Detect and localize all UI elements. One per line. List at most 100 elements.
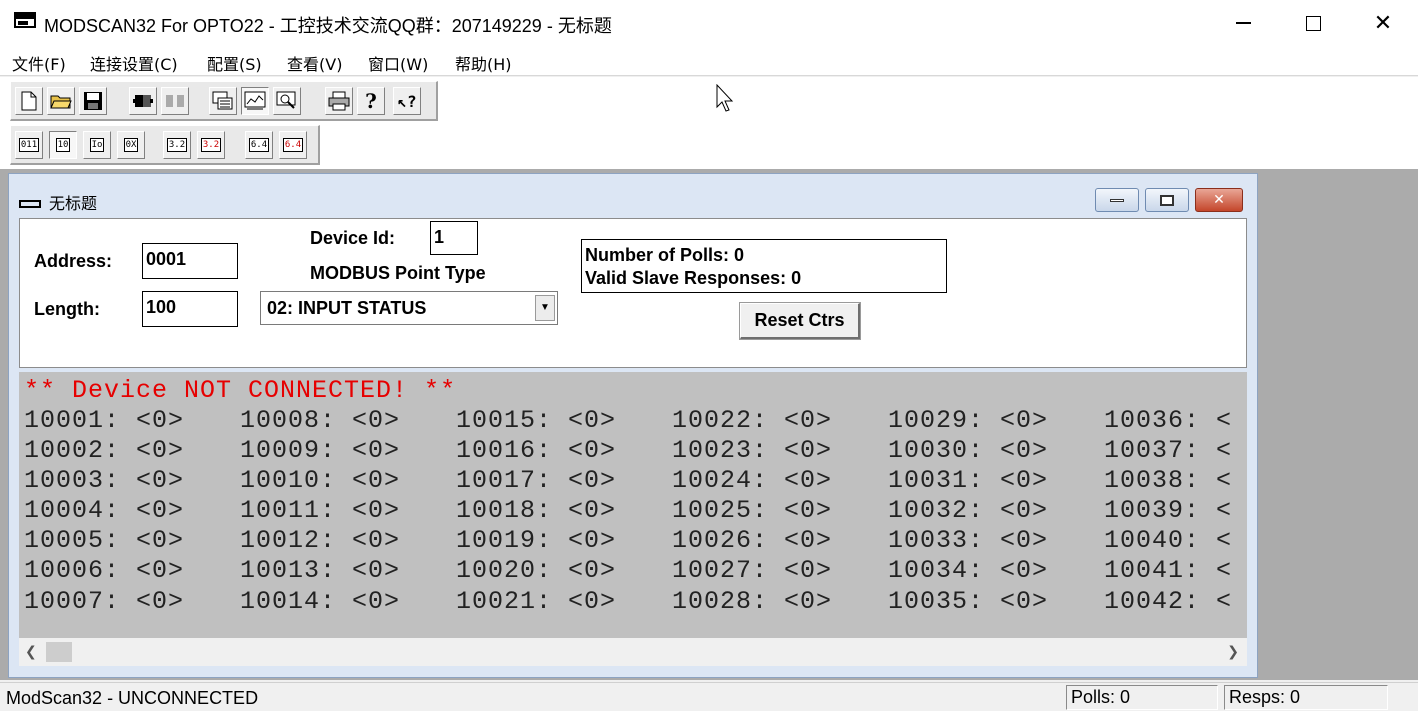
data-column: 10029: <0> 10030: <0> 10031: <0> 10032: … [888,406,1048,617]
data-cell[interactable]: 10037: < [1104,436,1232,466]
data-cell[interactable]: 10011: <0> [240,496,400,526]
data-cell[interactable]: 10027: <0> [672,556,832,586]
scroll-right-icon[interactable]: ❯ [1227,644,1239,660]
disconnect-button[interactable] [161,87,189,115]
data-cell[interactable]: 10035: <0> [888,587,1048,617]
document-window[interactable]: 无标题 ✕ Address: 0001 Length: 100 Device I… [8,173,1258,678]
data-cell[interactable]: 10028: <0> [672,587,832,617]
menu-view[interactable]: 查看(V) [287,51,342,75]
chevron-down-icon[interactable]: ▼ [535,295,555,321]
data-cell[interactable]: 10014: <0> [240,587,400,617]
data-cell[interactable]: 10001: <0> [24,406,184,436]
status-bar: ModScan32 - UNCONNECTED Polls: 0 Resps: … [0,682,1418,711]
data-cell[interactable]: 10022: <0> [672,406,832,436]
data-cell[interactable]: 10006: <0> [24,556,184,586]
double-swapped-format-button[interactable]: 6.4 [279,131,307,159]
help-button[interactable]: ? [357,87,385,115]
child-close-button[interactable]: ✕ [1195,188,1243,212]
length-input[interactable]: 100 [142,291,238,327]
device-id-label: Device Id: [310,228,396,248]
close-button[interactable]: ✕ [1348,0,1418,46]
data-cell[interactable]: 10036: < [1104,406,1232,436]
data-cell[interactable]: 10024: <0> [672,466,832,496]
menu-connection[interactable]: 连接设置(C) [90,51,178,75]
data-cell[interactable]: 10017: <0> [456,466,616,496]
menu-file[interactable]: 文件(F) [12,51,66,75]
data-cell[interactable]: 10008: <0> [240,406,400,436]
display-button[interactable] [209,87,237,115]
vertical-scroll-strip [1249,218,1255,666]
data-cell[interactable]: 10029: <0> [888,406,1048,436]
data-cell[interactable]: 10018: <0> [456,496,616,526]
context-help-button[interactable]: ↖? [393,87,421,115]
data-cell[interactable]: 10041: < [1104,556,1232,586]
data-cell[interactable]: 10025: <0> [672,496,832,526]
double-swapped-format-icon: 6.4 [282,138,304,152]
binary-format-button[interactable]: 011 [15,131,43,159]
menu-setup[interactable]: 配置(S) [207,51,262,75]
data-cell[interactable]: 10016: <0> [456,436,616,466]
data-cell[interactable]: 10023: <0> [672,436,832,466]
open-folder-icon [50,95,72,109]
data-column: 10022: <0> 10023: <0> 10024: <0> 10025: … [672,406,832,617]
horizontal-scrollbar[interactable]: ❮ ❯ [19,638,1247,666]
data-cell[interactable]: 10019: <0> [456,526,616,556]
polls-count: Number of Polls: 0 [585,245,745,265]
data-cell[interactable]: 10040: < [1104,526,1232,556]
double-format-button[interactable]: 6.4 [245,131,273,159]
float-swapped-format-button[interactable]: 3.2 [197,131,225,159]
scroll-thumb[interactable] [46,642,72,662]
document-window-icon [19,200,41,208]
print-icon [328,91,350,111]
document-window-title: 无标题 [49,194,98,213]
integer-format-icon: Io [89,138,105,152]
data-cell[interactable]: 10005: <0> [24,526,184,556]
data-cell[interactable]: 10003: <0> [24,466,184,496]
maximize-button[interactable] [1278,0,1348,46]
data-cell[interactable]: 10012: <0> [240,526,400,556]
child-restore-button[interactable] [1145,188,1189,212]
float-format-button[interactable]: 3.2 [163,131,191,159]
reset-counters-button[interactable]: Reset Ctrs [740,303,860,339]
data-cell[interactable]: 10020: <0> [456,556,616,586]
data-cell[interactable]: 10004: <0> [24,496,184,526]
data-cell[interactable]: 10007: <0> [24,587,184,617]
poll-counters: Number of Polls: 0 Valid Slave Responses… [581,239,947,293]
open-button[interactable] [47,87,75,115]
new-button[interactable] [15,87,43,115]
data-cell[interactable]: 10009: <0> [240,436,400,466]
scroll-left-icon[interactable]: ❮ [25,644,37,660]
data-cell[interactable]: 10010: <0> [240,466,400,496]
menu-window[interactable]: 窗口(W) [368,51,428,75]
data-cell[interactable]: 10030: <0> [888,436,1048,466]
data-cell[interactable]: 10039: < [1104,496,1232,526]
trend-button[interactable] [241,87,269,115]
title-bar: MODSCAN32 For OPTO22 - 工控技术交流QQ群：2071492… [0,0,1418,46]
data-cell[interactable]: 10031: <0> [888,466,1048,496]
connect-button[interactable] [129,87,157,115]
tag-button[interactable] [273,87,301,115]
integer-format-button[interactable]: Io [83,131,111,159]
menu-help[interactable]: 帮助(H) [455,51,512,75]
data-cell[interactable]: 10033: <0> [888,526,1048,556]
point-type-select[interactable]: 02: INPUT STATUS ▼ [260,291,558,325]
hex-format-button[interactable]: 0X [117,131,145,159]
data-cell[interactable]: 10013: <0> [240,556,400,586]
minimize-button[interactable] [1208,0,1278,46]
data-cell[interactable]: 10042: < [1104,587,1232,617]
data-cell[interactable]: 10002: <0> [24,436,184,466]
child-minimize-button[interactable] [1095,188,1139,212]
decimal-format-button[interactable]: 10 [49,131,77,159]
print-button[interactable] [325,87,353,115]
data-cell[interactable]: 10021: <0> [456,587,616,617]
window-title: MODSCAN32 For OPTO22 - 工控技术交流QQ群：2071492… [44,16,612,36]
data-cell[interactable]: 10038: < [1104,466,1232,496]
device-id-input[interactable]: 1 [430,221,478,255]
data-cell[interactable]: 10032: <0> [888,496,1048,526]
data-cell[interactable]: 10034: <0> [888,556,1048,586]
data-cell[interactable]: 10026: <0> [672,526,832,556]
address-input[interactable]: 0001 [142,243,238,279]
save-button[interactable] [79,87,107,115]
data-cell[interactable]: 10015: <0> [456,406,616,436]
data-column: 10001: <0> 10002: <0> 10003: <0> 10004: … [24,406,184,617]
